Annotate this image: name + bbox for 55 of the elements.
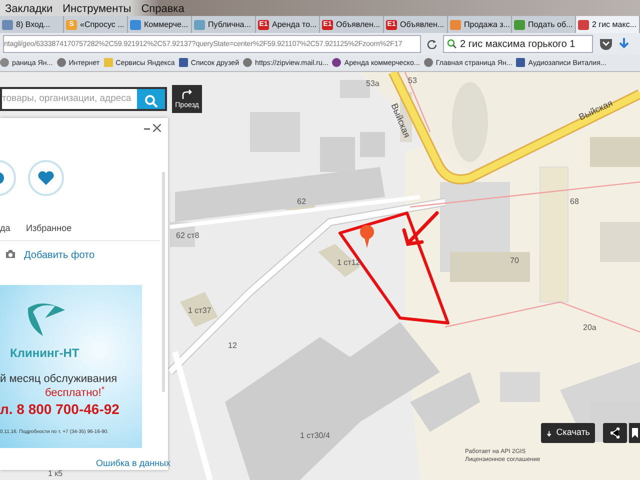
add-photo-link[interactable]: Добавить фото [24, 248, 95, 263]
favicon-icon [130, 20, 141, 30]
building-number: 53а [366, 78, 380, 90]
ad-text: й месяц обслуживания [0, 372, 118, 386]
phone-number: л. 8 800 700-46-92 [0, 400, 120, 419]
browser-tab[interactable]: 8) Вход... [0, 16, 64, 33]
arrow [402, 211, 439, 246]
action-label[interactable]: да [0, 222, 10, 236]
bookmark-icon [632, 428, 638, 438]
building-number: 62 [297, 196, 306, 208]
building-number: 20а [583, 322, 596, 334]
turn-arrow-icon [181, 88, 193, 100]
download-button[interactable]: Скачать [541, 423, 595, 443]
browser-tab[interactable]: 2 гис макс... [576, 16, 640, 33]
brand-name: Клининг-НТ [10, 345, 80, 362]
browser-tab[interactable]: Продажа з... [448, 16, 512, 33]
building-number: 1 ст30/4 [300, 430, 330, 442]
action-label[interactable]: Избранное [26, 222, 72, 236]
heart-icon[interactable] [38, 171, 54, 185]
menu-item[interactable]: Закладки [0, 0, 58, 16]
pocket-icon[interactable] [599, 38, 613, 50]
building-number: 68 [570, 196, 579, 208]
scrollbar[interactable] [162, 172, 165, 392]
bookmark-button[interactable] [629, 423, 640, 443]
ad-banner[interactable] [0, 285, 142, 448]
share-icon [609, 427, 621, 439]
ad-text: бесплатно!$^{*}$ [45, 385, 105, 401]
building-number: 1 ст12 [337, 257, 360, 269]
favicon-icon [194, 20, 205, 30]
menu-item[interactable]: Инструменты [58, 0, 136, 16]
favicon-icon [578, 20, 589, 30]
search-icon [447, 39, 457, 49]
menu-item[interactable]: Справка [136, 0, 190, 16]
map-pin-icon [360, 225, 374, 248]
building-number: 53 [408, 75, 417, 87]
camera-icon [5, 249, 16, 259]
browser-tab[interactable]: Публична... [192, 16, 256, 33]
minimize-icon[interactable] [144, 127, 150, 131]
download-icon [546, 428, 552, 438]
building-number: 62 ст8 [176, 230, 200, 242]
building-number: 70 [510, 255, 519, 267]
favicon-icon [514, 20, 525, 30]
report-link[interactable]: Ошибка в данных [96, 457, 170, 470]
browser-tab[interactable]: Коммерче... [128, 16, 192, 33]
close-icon[interactable] [153, 124, 161, 132]
browser-tab[interactable]: Подать об... [512, 16, 576, 33]
favicon-icon [2, 20, 13, 30]
reload-icon[interactable] [427, 39, 437, 49]
building-number: 1 к5 [48, 468, 63, 480]
favicon-icon [450, 20, 461, 30]
search-field[interactable]: 2 гис максима горького 1 [443, 35, 593, 53]
building-number: 1 ст37 [188, 305, 212, 317]
building-number: 12 [228, 340, 237, 352]
share-button[interactable] [603, 423, 627, 443]
download-icon[interactable] [619, 38, 629, 50]
